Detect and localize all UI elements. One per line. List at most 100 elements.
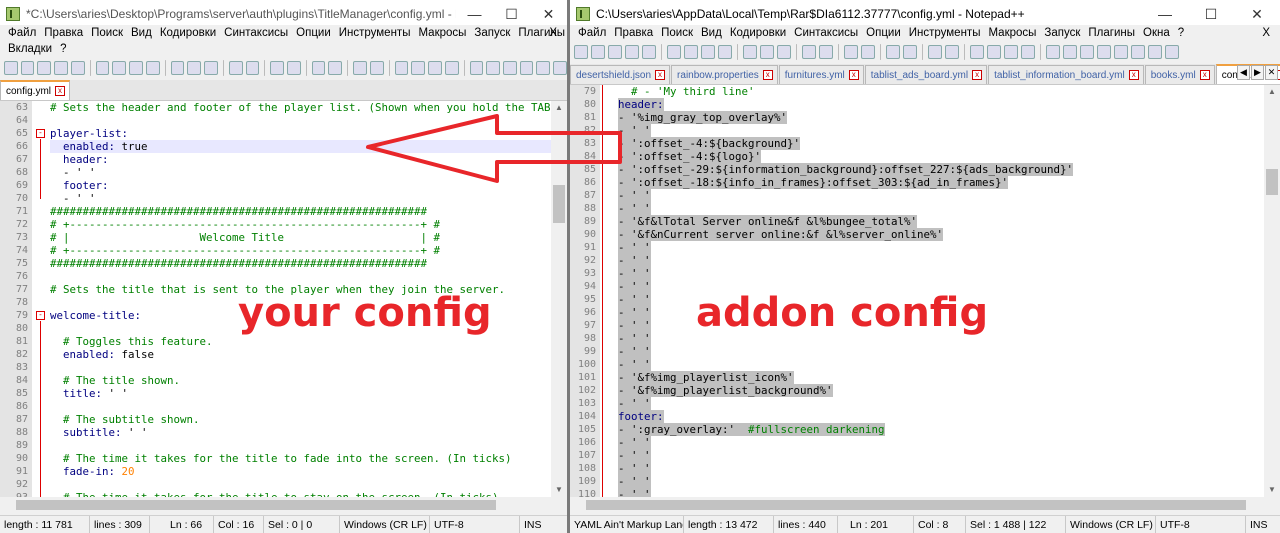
toolbar-button-icon[interactable] — [861, 45, 875, 59]
toolbar-button-icon[interactable] — [743, 45, 757, 59]
code-line[interactable]: player-list: — [50, 127, 551, 140]
hscroll-thumb[interactable] — [586, 500, 1246, 510]
toolbar-button-icon[interactable] — [886, 45, 900, 59]
toolbar-button-icon[interactable] — [536, 61, 551, 75]
menu-item[interactable]: Запуск — [470, 25, 514, 41]
code-line[interactable]: - ' ' — [618, 267, 1264, 280]
code-line[interactable]: - ':gray_overlay:' #fullscreen darkening — [618, 423, 1264, 436]
code-line[interactable]: - '&f%img_playerlist_background%' — [618, 384, 1264, 397]
toolbar-button-icon[interactable] — [286, 61, 301, 75]
maximize-icon[interactable]: ☐ — [493, 0, 530, 28]
toolbar-button-icon[interactable] — [411, 61, 426, 75]
toolbar-button-icon[interactable] — [1080, 45, 1094, 59]
minimize-icon[interactable]: — — [456, 0, 493, 28]
menu-item[interactable]: ? — [1174, 25, 1188, 41]
code-line[interactable]: - ' ' — [618, 345, 1264, 358]
code-line[interactable]: enabled: false — [50, 348, 551, 361]
toolbar-button-icon[interactable] — [608, 45, 622, 59]
toolbar-button-icon[interactable] — [777, 45, 791, 59]
menu-item[interactable]: Поиск — [87, 25, 127, 41]
code-line[interactable]: - ':offset_-4:${logo}' — [618, 150, 1264, 163]
tab-scroll-left-icon[interactable]: ◀ — [1237, 65, 1250, 80]
code-line[interactable]: # Sets the header and footer of the play… — [50, 101, 551, 114]
toolbar-button-icon[interactable] — [1004, 45, 1018, 59]
code-line[interactable]: subtitle: ' ' — [50, 426, 551, 439]
toolbar-button-icon[interactable] — [903, 45, 917, 59]
code-line[interactable]: - ' ' — [50, 192, 551, 205]
editor-tab[interactable]: desertshield.json x — [570, 65, 671, 84]
code-line[interactable]: - ' ' — [618, 124, 1264, 137]
code-line[interactable]: - ' ' — [50, 166, 551, 179]
toolbar-button-icon[interactable] — [1165, 45, 1179, 59]
code-line[interactable]: - ':offset_-18:${info_in_frames}:offset_… — [618, 176, 1264, 189]
tab-close-icon[interactable]: x — [1199, 70, 1210, 80]
code-line[interactable]: - ' ' — [618, 449, 1264, 462]
editor-tab[interactable]: tablist_information_board.yml x — [988, 65, 1144, 84]
menu-item[interactable]: Вид — [127, 25, 156, 41]
tab-close-icon[interactable]: x — [55, 86, 66, 96]
toolbar-button-icon[interactable] — [701, 45, 715, 59]
toolbar-button-icon[interactable] — [145, 61, 160, 75]
code-line[interactable]: - '&f%img_playerlist_icon%' — [618, 371, 1264, 384]
tab-scroll-right-icon[interactable]: ▶ — [1251, 65, 1264, 80]
toolbar-button-icon[interactable] — [928, 45, 942, 59]
toolbar-button-icon[interactable] — [204, 61, 218, 75]
toolbar-button-icon[interactable] — [802, 45, 816, 59]
toolbar-button-icon[interactable] — [667, 45, 681, 59]
tab-close-all-icon[interactable]: ✕ — [1265, 65, 1278, 80]
fold-minus-icon[interactable]: - — [36, 129, 45, 138]
code-line[interactable]: - ' ' — [618, 436, 1264, 449]
menu-item[interactable]: Макросы — [984, 25, 1040, 41]
toolbar-button-icon[interactable] — [270, 61, 284, 75]
toolbar-button-icon[interactable] — [502, 61, 517, 75]
toolbar-button-icon[interactable] — [987, 45, 1001, 59]
menu-item[interactable]: Кодировки — [726, 25, 790, 41]
toolbar-button-icon[interactable] — [844, 45, 858, 59]
scroll-thumb[interactable] — [1266, 169, 1278, 195]
code-line[interactable]: - ' ' — [618, 462, 1264, 475]
code-line[interactable]: - ' ' — [618, 397, 1264, 410]
code-line[interactable]: header: — [50, 153, 551, 166]
toolbar-button-icon[interactable] — [1148, 45, 1162, 59]
code-line[interactable]: title: ' ' — [50, 387, 551, 400]
menu-item[interactable]: Плагины — [1084, 25, 1139, 41]
menu-item[interactable]: Окна — [1139, 25, 1174, 41]
code-line[interactable]: ########################################… — [50, 257, 551, 270]
code-line[interactable]: - '%img_gray_top_overlay%' — [618, 111, 1264, 124]
toolbar-button-icon[interactable] — [469, 61, 484, 75]
close-icon[interactable]: ✕ — [530, 0, 567, 28]
toolbar-button-icon[interactable] — [311, 61, 326, 75]
code-line[interactable]: - ':offset_-29:${information_background}… — [618, 163, 1264, 176]
toolbar-button-icon[interactable] — [37, 61, 52, 75]
menu-item[interactable]: Вид — [697, 25, 726, 41]
code-line[interactable]: - ' ' — [618, 254, 1264, 267]
toolbar-button-icon[interactable] — [1114, 45, 1128, 59]
code-line[interactable]: - ' ' — [618, 475, 1264, 488]
code-line[interactable]: - '&f&lTotal Server online&f &l%bungee_t… — [618, 215, 1264, 228]
code-line[interactable]: # - 'My third line' — [618, 85, 1264, 98]
minimize-icon[interactable]: — — [1142, 0, 1188, 28]
tab-close-icon[interactable]: x — [1128, 70, 1139, 80]
toolbar-button-icon[interactable] — [1046, 45, 1060, 59]
scroll-down-icon[interactable]: ▼ — [551, 483, 567, 497]
toolbar-button-icon[interactable] — [1063, 45, 1077, 59]
editor-tab[interactable]: books.yml x — [1144, 65, 1215, 84]
toolbar-button-icon[interactable] — [819, 45, 833, 59]
toolbar-button-icon[interactable] — [444, 61, 459, 75]
menu-item[interactable]: Поиск — [657, 25, 697, 41]
maximize-icon[interactable]: ☐ — [1188, 0, 1234, 28]
toolbar-button-icon[interactable] — [591, 45, 605, 59]
toolbar-button-icon[interactable] — [228, 61, 243, 75]
vertical-scrollbar[interactable]: ▲ ▼ — [551, 101, 567, 497]
menu-item[interactable]: Инструменты — [905, 25, 985, 41]
code-line[interactable] — [50, 114, 551, 127]
code-line[interactable] — [50, 361, 551, 374]
code-line[interactable]: # The title shown. — [50, 374, 551, 387]
code-line[interactable]: # +-------------------------------------… — [50, 244, 551, 257]
code-line[interactable]: - ' ' — [618, 241, 1264, 254]
toolbar-button-icon[interactable] — [170, 61, 185, 75]
tab-config-yml[interactable]: config.yml x — [0, 80, 71, 100]
toolbar-button-icon[interactable] — [394, 61, 409, 75]
code-line[interactable]: - ' ' — [618, 488, 1264, 497]
toolbar-button-icon[interactable] — [428, 61, 442, 75]
